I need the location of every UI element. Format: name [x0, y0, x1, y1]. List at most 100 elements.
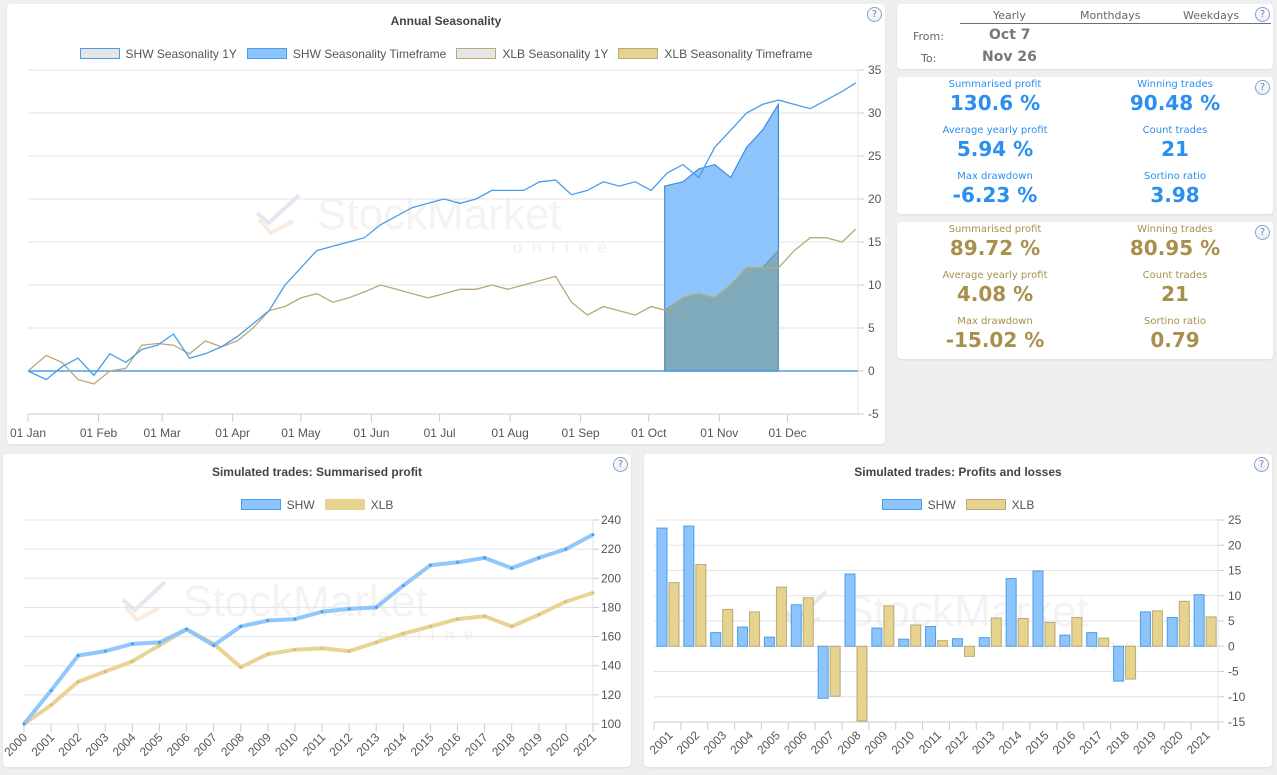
shw-point	[564, 547, 568, 551]
xlb-stat: Winning trades 80.95 %	[1085, 224, 1265, 260]
shw-bar	[1166, 616, 1178, 647]
xlb-bar	[695, 563, 707, 647]
shw-point	[266, 619, 270, 623]
xlb-point	[239, 665, 243, 669]
xlb-point	[266, 652, 270, 656]
shw-bar	[1005, 578, 1017, 647]
shw-stat: Count trades 21	[1085, 125, 1265, 161]
stat-label: Average yearly profit	[942, 125, 1048, 136]
profits-losses-chart: StockMarketonline-15-10-5051015202520012…	[647, 513, 1246, 757]
shw-stat: Max drawdown -6.23 %	[905, 171, 1085, 207]
shw-bar	[710, 632, 722, 647]
shw-point	[22, 722, 26, 726]
y-tick-label: 160	[601, 630, 621, 644]
watermark-text: StockMarket	[317, 190, 562, 239]
tab-monthdays[interactable]: Monthdays	[1080, 9, 1140, 22]
shw-point	[401, 584, 405, 588]
y-tick-label: -15	[1228, 715, 1246, 729]
shw-bar	[1113, 645, 1125, 682]
shw-point	[212, 643, 216, 647]
xlb-bar	[829, 645, 841, 697]
shw-point	[428, 563, 432, 567]
x-tick-label: 2011	[300, 730, 328, 758]
x-tick-label: 2013	[969, 728, 998, 757]
shw-bar	[925, 626, 937, 647]
y-tick-label: 140	[601, 659, 621, 673]
xlb-stat: Count trades 21	[1085, 270, 1265, 306]
shw-bar	[844, 573, 856, 647]
stat-label: Count trades	[1142, 270, 1208, 281]
tab-yearly[interactable]: Yearly	[993, 9, 1026, 22]
shw-point	[76, 654, 80, 658]
xlb-stat: Max drawdown -15.02 %	[905, 316, 1085, 352]
from-date-value[interactable]: Oct 7	[989, 27, 1031, 43]
shw-bar	[656, 527, 668, 647]
x-tick-label: 2003	[700, 728, 729, 757]
x-tick-label: 01 Feb	[80, 426, 118, 440]
shw-point	[483, 556, 487, 560]
shw-point	[185, 627, 189, 631]
x-tick-label: 2009	[862, 728, 891, 757]
shw-stat: Summarised profit 130.6 %	[905, 79, 1085, 115]
shw-bar	[763, 636, 775, 647]
xlb-bar	[802, 597, 814, 647]
x-tick-label: 2000	[3, 730, 30, 759]
x-tick-label: 2012	[942, 728, 971, 757]
xlb-bar	[963, 645, 975, 657]
profits-losses-panel: Simulated trades: Profits and losses ? S…	[644, 454, 1272, 767]
stat-label: Summarised profit	[948, 224, 1042, 235]
x-tick-label: 2001	[28, 730, 57, 759]
xlb-bar	[1017, 617, 1029, 647]
x-tick-label: 2018	[489, 730, 518, 759]
x-tick-label: 01 Jan	[10, 426, 46, 440]
x-tick-label: 2021	[1184, 728, 1213, 757]
y-tick-label: 100	[601, 717, 621, 731]
shw-bar	[790, 604, 802, 647]
shw-profit-line	[22, 532, 594, 726]
shw-stat: Sortino ratio 3.98	[1085, 171, 1265, 207]
stat-label: Max drawdown	[957, 316, 1033, 327]
xlb-stats-panel: ? Summarised profit 89.72 % Winning trades…	[897, 222, 1273, 359]
annual-seasonality-panel: Annual Seasonality ? SHW Seasonality 1Y S…	[7, 4, 885, 444]
to-date-value[interactable]: Nov 26	[982, 49, 1037, 65]
x-tick-label: 2007	[191, 730, 220, 759]
x-tick-label: 2008	[835, 728, 864, 757]
shw-bar	[978, 637, 990, 647]
y-tick-label: 35	[868, 63, 882, 77]
stat-label: Count trades	[1142, 125, 1208, 136]
x-tick-label: 2002	[674, 728, 703, 757]
watermark: StockMarketonline	[255, 190, 616, 257]
mode-tabs: Yearly Monthdays Weekdays	[960, 9, 1271, 24]
stat-label: Sortino ratio	[1144, 171, 1206, 182]
x-tick-label: 2020	[543, 730, 572, 759]
shw-point	[239, 624, 243, 628]
x-tick-label: 2014	[381, 730, 410, 759]
shw-point	[103, 649, 107, 653]
xlb-point	[537, 613, 541, 617]
x-tick-label: 2011	[916, 728, 944, 756]
xlb-bar	[1125, 645, 1137, 680]
shw-point	[456, 560, 460, 564]
x-tick-label: 2021	[570, 730, 599, 759]
xlb-point	[456, 617, 460, 621]
shw-bar	[1059, 634, 1071, 647]
y-tick-label: 20	[868, 192, 882, 206]
tab-weekdays[interactable]: Weekdays	[1183, 9, 1239, 22]
y-tick-label: 25	[868, 149, 882, 163]
annual-seasonality-chart: StockMarketonline -5 0 5 10 15 20 25 30 35 01 Jan 0…	[10, 63, 882, 440]
x-tick-label: 01 Sep	[562, 426, 600, 440]
x-tick-label: 2005	[137, 730, 166, 759]
stat-value: 4.08 %	[956, 282, 1034, 306]
y-tick-label: -5	[1228, 665, 1239, 679]
y-tick-label: 10	[868, 278, 882, 292]
stat-value: 21	[1161, 282, 1189, 306]
watermark-subtext: online	[512, 238, 616, 257]
summarised-profit-panel: Simulated trades: Summarised profit ? SH…	[3, 454, 631, 767]
y-tick-label: 220	[601, 542, 621, 556]
x-tick-label: 2020	[1157, 728, 1186, 757]
x-tick-label: 2018	[1103, 728, 1132, 757]
stat-value: 5.94 %	[956, 137, 1034, 161]
stat-value: -15.02 %	[945, 328, 1045, 352]
x-tick-label: 2017	[1076, 728, 1105, 757]
stat-value: 80.95 %	[1129, 236, 1221, 260]
